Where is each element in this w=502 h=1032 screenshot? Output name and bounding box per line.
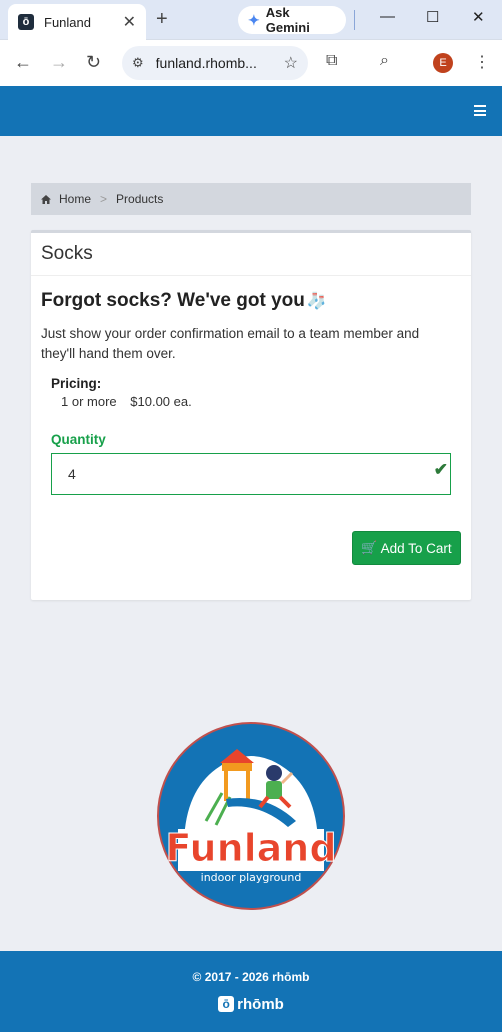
quantity-input[interactable]: 4 ✔ (51, 453, 451, 495)
pricing-row: 1 or more $10.00 ea. (61, 394, 461, 409)
rhomb-logo[interactable]: ō rhōmb (211, 993, 291, 1015)
site-navbar (0, 86, 502, 136)
profile-avatar[interactable]: E (433, 53, 453, 73)
gemini-sparkle-icon: ✦ (248, 11, 260, 28)
quantity-value: 4 (68, 466, 76, 482)
footer-copyright: © 2017 - 2026 rhōmb (192, 970, 310, 984)
pricing-quantity: 1 or more (61, 394, 117, 409)
search-tab-icon[interactable]: ⌕ (380, 52, 389, 70)
add-to-cart-label: Add To Cart (380, 540, 452, 556)
product-headline: Forgot socks? We've got you 🧦 (41, 290, 461, 312)
reload-icon[interactable]: ↻ (86, 52, 101, 73)
logo-brand-text: Funland (165, 826, 336, 870)
url-text: funland.rhomb... (155, 55, 257, 71)
funland-logo: Funland indoor playground (157, 722, 345, 910)
breadcrumb: Home > Products (31, 183, 471, 215)
checkmark-icon: ✔ (433, 460, 448, 479)
headline-text: Forgot socks? We've got you (41, 290, 305, 311)
rhomb-logo-text: rhōmb (237, 995, 284, 1013)
add-to-cart-button[interactable]: 🛒 Add To Cart (352, 531, 461, 565)
sock-icon: 🧦 (306, 293, 327, 310)
funland-favicon-icon: ō (18, 14, 34, 30)
breadcrumb-home-link[interactable]: Home (59, 192, 91, 206)
product-title: Socks (31, 233, 471, 276)
ask-gemini-label: Ask Gemini (265, 5, 310, 35)
logo-tagline-text: indoor playground (201, 871, 302, 884)
product-description: Just show your order confirmation email … (41, 326, 420, 361)
minimize-icon[interactable]: — (380, 8, 395, 25)
back-arrow-icon[interactable]: ← (14, 52, 32, 73)
browser-tab[interactable]: ō Funland ✕ (8, 4, 146, 40)
more-menu-icon[interactable]: ⋮ (474, 52, 490, 72)
site-settings-icon[interactable]: ⚙ (132, 55, 144, 71)
quantity-label: Quantity (51, 432, 106, 447)
address-bar[interactable]: ⚙ funland.rhomb... ☆ (122, 46, 308, 80)
bookmark-star-icon[interactable]: ☆ (284, 53, 298, 73)
hamburger-menu-icon[interactable] (474, 105, 486, 116)
tab-separator (354, 10, 355, 30)
pricing-label: Pricing: (51, 376, 102, 391)
pricing-price: $10.00 ea. (130, 394, 192, 409)
site-footer: © 2017 - 2026 rhōmb ō rhōmb (0, 951, 502, 1032)
ask-gemini-button[interactable]: ✦ Ask Gemini (238, 5, 346, 35)
breadcrumb-current: Products (116, 192, 164, 206)
maximize-icon[interactable]: ☐ (426, 8, 439, 26)
tab-title: Funland (44, 14, 91, 30)
new-tab-button[interactable]: + (156, 8, 168, 31)
window-close-icon[interactable]: ✕ (472, 8, 485, 26)
rhomb-logo-icon: ō (218, 996, 235, 1012)
close-icon[interactable]: ✕ (123, 12, 136, 32)
product-card: Socks Forgot socks? We've got you 🧦 Just… (31, 230, 471, 600)
browser-tab-bar: ō Funland ✕ + ✦ Ask Gemini — ☐ ✕ (0, 0, 502, 40)
cart-icon: 🛒 (361, 540, 378, 555)
extensions-icon[interactable]: ⧉ (326, 52, 337, 70)
home-icon (41, 194, 51, 204)
breadcrumb-separator: > (100, 192, 108, 206)
browser-toolbar: ← → ↻ ⚙ funland.rhomb... ☆ ⧉ ⌕ E ⋮ (0, 40, 502, 86)
forward-arrow-icon[interactable]: → (50, 52, 68, 73)
